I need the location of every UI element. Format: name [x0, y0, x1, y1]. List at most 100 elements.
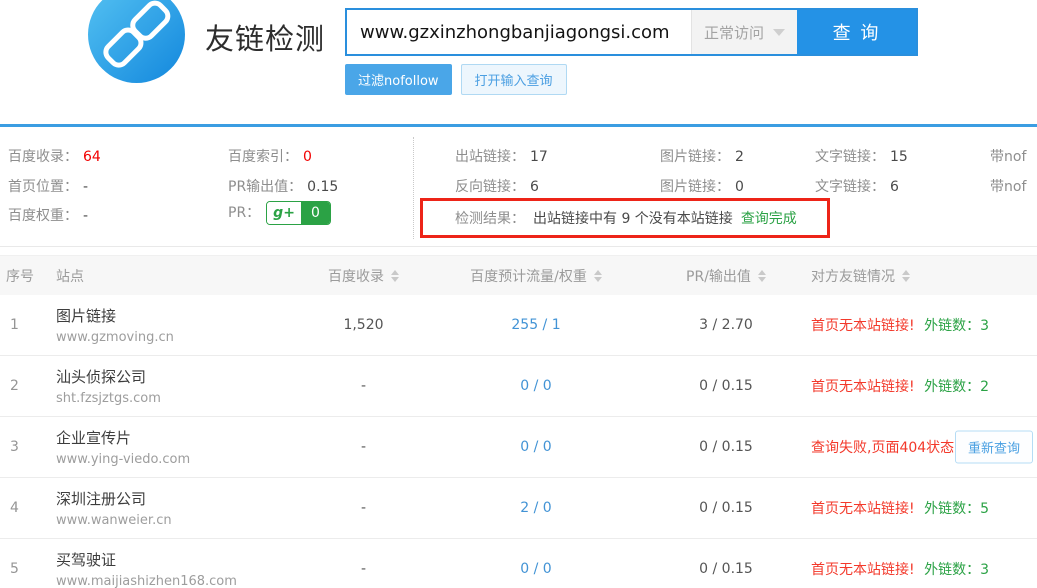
overview-stats: 百度收录：64 首页位置：- 百度权重：- 百度索引：0 PR输出值：0.15 … [0, 127, 1037, 247]
outlink-count: 外链数：5 [924, 501, 989, 517]
friend-status-cell: 查询失败,页面404状态! 重新查询 [801, 437, 1037, 457]
row-number: 3 [0, 439, 56, 455]
outlink-count: 外链数：3 [924, 562, 989, 578]
stat-baidu-quanzhong: 百度权重：- [8, 205, 88, 225]
site-url[interactable]: www.ying-viedo.com [56, 452, 306, 467]
access-mode-value: 正常访问 [704, 22, 764, 43]
site-name[interactable]: 深圳注册公司 [56, 488, 306, 509]
stat-value: 0 [735, 179, 744, 195]
stats-vertical-divider [413, 137, 414, 239]
sort-icon[interactable] [594, 270, 602, 282]
outlink-count: 外链数：2 [924, 379, 989, 395]
col-header-site: 站点 [56, 266, 306, 286]
stat-value: 6 [890, 179, 899, 195]
status-alert: 首页无本站链接! [811, 318, 915, 334]
sort-icon[interactable] [391, 270, 399, 282]
baidu-shoulu-cell: - [306, 561, 421, 577]
friend-links-table: 序号 站点 百度收录 百度预计流量/权重 PR/输出值 对方友链情况 1 图 [0, 255, 1037, 588]
stat-backlinks: 反向链接：6 [455, 176, 539, 196]
site-cell: 深圳注册公司 www.wanweier.cn [56, 488, 306, 528]
site-cell: 企业宣传片 www.ying-viedo.com [56, 427, 306, 467]
site-name[interactable]: 汕头侦探公司 [56, 366, 306, 387]
row-number: 4 [0, 500, 56, 516]
table-row: 5 买驾驶证 www.maijiashizhen168.com - 0 / 0 … [0, 539, 1037, 588]
site-url[interactable]: www.maijiashizhen168.com [56, 574, 306, 588]
query-button[interactable]: 查 询 [797, 10, 916, 54]
pr-output-cell: 0 / 0.15 [651, 500, 801, 516]
col-header-friend-status: 对方友链情况 [801, 266, 1037, 286]
stat-value: 0 [303, 149, 312, 165]
baidu-shoulu-cell: - [306, 439, 421, 455]
friend-status-cell: 首页无本站链接! 外链数：5 [801, 498, 1037, 518]
stat-outbound-links: 出站链接：17 [455, 146, 548, 166]
pr-output-cell: 0 / 0.15 [651, 561, 801, 577]
requery-button[interactable]: 重新查询 [955, 431, 1033, 464]
baidu-shoulu-cell: - [306, 500, 421, 516]
page-title: 友链检测 [205, 16, 325, 58]
traffic-weight-link[interactable]: 0 / 0 [421, 439, 651, 455]
stat-image-links-out: 图片链接：2 [660, 146, 744, 166]
search-bar: 正常访问 查 询 [345, 8, 918, 56]
row-number: 1 [0, 317, 56, 333]
status-alert: 首页无本站链接! [811, 379, 915, 395]
result-text: 出站链接中有 9 个没有本站链接 [533, 208, 733, 228]
site-url[interactable]: www.wanweier.cn [56, 513, 306, 528]
stat-value: 0.15 [307, 179, 338, 195]
stat-value: 64 [83, 149, 101, 165]
google-plus-icon: g+ [267, 202, 301, 224]
site-name[interactable]: 企业宣传片 [56, 427, 306, 448]
baidu-shoulu-cell: 1,520 [306, 317, 421, 333]
site-url[interactable]: sht.fzsjztgs.com [56, 391, 306, 406]
row-number: 5 [0, 561, 56, 577]
chain-link-logo-icon [88, 0, 185, 83]
site-cell: 汕头侦探公司 sht.fzsjztgs.com [56, 366, 306, 406]
stat-text-links-back: 文字链接：6 [815, 176, 899, 196]
traffic-weight-link[interactable]: 255 / 1 [421, 317, 651, 333]
outlink-count: 外链数：3 [924, 318, 989, 334]
stat-nofollow-out: 带nof [990, 146, 1026, 166]
friend-status-cell: 首页无本站链接! 外链数：2 [801, 376, 1037, 396]
table-row: 2 汕头侦探公司 sht.fzsjztgs.com - 0 / 0 0 / 0.… [0, 356, 1037, 417]
table-header: 序号 站点 百度收录 百度预计流量/权重 PR/输出值 对方友链情况 [0, 255, 1037, 295]
row-number: 2 [0, 378, 56, 394]
table-row: 3 企业宣传片 www.ying-viedo.com - 0 / 0 0 / 0… [0, 417, 1037, 478]
baidu-shoulu-cell: - [306, 378, 421, 394]
site-cell: 图片链接 www.gzmoving.cn [56, 305, 306, 345]
stat-pr-output: PR输出值：0.15 [228, 176, 338, 196]
site-url[interactable]: www.gzmoving.cn [56, 330, 306, 345]
sub-actions: 过滤nofollow 打开输入查询 [345, 64, 567, 95]
pr-output-cell: 0 / 0.15 [651, 378, 801, 394]
friend-status-cell: 首页无本站链接! 外链数：3 [801, 315, 1037, 335]
url-input[interactable] [347, 10, 691, 54]
sort-icon[interactable] [758, 270, 766, 282]
open-input-query-button[interactable]: 打开输入查询 [461, 64, 567, 95]
stat-value: 15 [890, 149, 908, 165]
traffic-weight-link[interactable]: 0 / 0 [421, 378, 651, 394]
query-complete-link[interactable]: 查询完成 [741, 208, 797, 228]
table-row: 1 图片链接 www.gzmoving.cn 1,520 255 / 1 3 /… [0, 295, 1037, 356]
stat-pr: PR：g+0 [228, 201, 331, 225]
pagerank-value: 0 [301, 202, 330, 224]
status-alert: 查询失败,页面404状态! [811, 440, 960, 456]
site-name[interactable]: 买驾驶证 [56, 549, 306, 570]
friend-status-cell: 首页无本站链接! 外链数：3 [801, 559, 1037, 579]
stat-value: - [83, 208, 88, 224]
access-mode-dropdown[interactable]: 正常访问 [691, 10, 797, 54]
stat-baidu-shoulu: 百度收录：64 [8, 146, 101, 166]
traffic-weight-link[interactable]: 2 / 0 [421, 500, 651, 516]
site-name[interactable]: 图片链接 [56, 305, 306, 326]
pagerank-badge: g+0 [266, 201, 331, 225]
pr-output-cell: 3 / 2.70 [651, 317, 801, 333]
status-alert: 首页无本站链接! [811, 501, 915, 517]
detection-result-box: 检测结果： 出站链接中有 9 个没有本站链接 查询完成 [420, 198, 830, 238]
status-alert: 首页无本站链接! [811, 562, 915, 578]
friend-link-check-page: 友链检测 正常访问 查 询 过滤nofollow 打开输入查询 百度收录：64 … [0, 0, 1037, 588]
stat-value: 6 [530, 179, 539, 195]
stats-bottom-divider [0, 246, 1037, 247]
traffic-weight-link[interactable]: 0 / 0 [421, 561, 651, 577]
stat-value: 17 [530, 149, 548, 165]
chevron-down-icon [773, 29, 785, 36]
pr-output-cell: 0 / 0.15 [651, 439, 801, 455]
sort-icon[interactable] [902, 270, 910, 282]
filter-nofollow-button[interactable]: 过滤nofollow [345, 64, 452, 95]
